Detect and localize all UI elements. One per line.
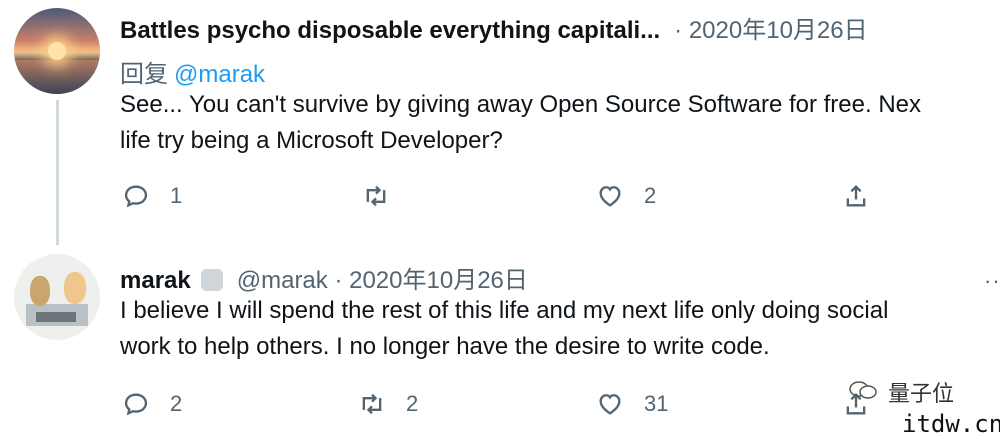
retweet-icon (366, 185, 386, 207)
avatar[interactable] (14, 254, 100, 340)
avatar[interactable] (14, 8, 100, 94)
reply-count: 1 (170, 183, 183, 208)
reply-icon (124, 393, 148, 416)
share-icon (846, 185, 866, 207)
like-icon (599, 394, 621, 415)
display-name[interactable]: Battles psycho disposable everything cap… (120, 17, 660, 44)
avatar-sun (48, 42, 66, 60)
like-button[interactable]: 2 (596, 182, 656, 210)
retweet-icon (362, 393, 382, 415)
moai-emoji-icon (200, 269, 223, 291)
like-count: 31 (644, 391, 669, 416)
retweet-button[interactable]: 2 (358, 390, 418, 418)
avatar-sea (14, 60, 100, 94)
tweet-header: marak @marak · 2020年10月26日 (120, 260, 528, 295)
avatar-keyboard (36, 312, 76, 322)
like-count: 2 (644, 183, 657, 208)
avatar-figure-right (64, 272, 86, 304)
tweet-date[interactable]: · 2020年10月26日 (674, 17, 867, 44)
avatar-figure-left (30, 276, 50, 306)
like-icon (599, 186, 621, 207)
more-options-button[interactable]: ·· (984, 268, 1000, 294)
tweet-header: Battles psycho disposable everything cap… (120, 10, 868, 45)
watermark-label: 量子位 (888, 381, 955, 406)
display-name[interactable]: marak (120, 267, 191, 294)
reply-context: 回复 @marak (120, 54, 265, 89)
tweet-text: I believe I will spend the rest of this … (120, 297, 889, 360)
thread-connector (56, 100, 59, 245)
reply-mention-link[interactable]: @marak (174, 61, 265, 88)
retweet-button[interactable] (362, 182, 410, 210)
share-button[interactable] (842, 182, 870, 210)
tweet-handle-date[interactable]: @marak · 2020年10月26日 (237, 267, 528, 294)
retweet-count: 2 (406, 391, 419, 416)
watermark-url: itdw.cn (902, 410, 1000, 438)
wechat-icon (849, 381, 877, 399)
reply-button[interactable]: 1 (122, 182, 182, 210)
like-button[interactable]: 31 (596, 390, 668, 418)
reply-button[interactable]: 2 (122, 390, 182, 418)
reply-icon (124, 185, 148, 208)
reply-count: 2 (170, 391, 183, 416)
reply-label: 回复 (120, 61, 168, 88)
tweet-text: See... You can't survive by giving away … (120, 91, 922, 154)
